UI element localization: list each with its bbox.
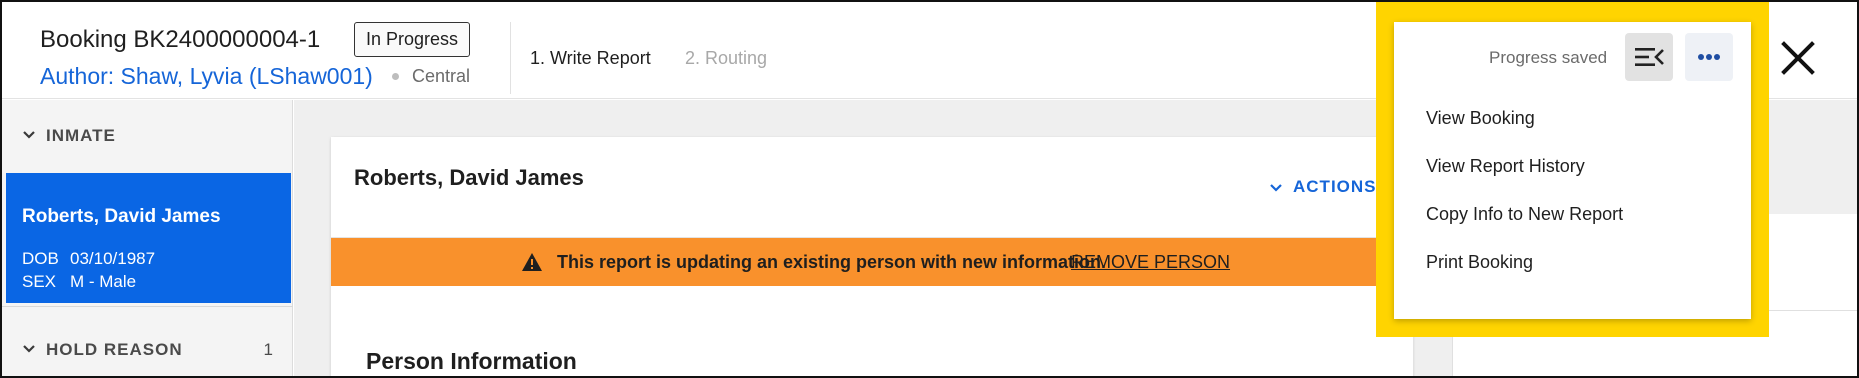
more-horizontal-icon: [1698, 54, 1720, 60]
person-name: Roberts, David James: [354, 165, 584, 190]
menu-item-copy-info[interactable]: Copy Info to New Report: [1394, 195, 1751, 235]
inmate-sex: SEX M - Male: [22, 272, 136, 292]
sidebar-section-inmate[interactable]: INMATE: [2, 117, 293, 157]
sidebar-divider: [2, 306, 293, 307]
menu-item-view-report-history[interactable]: View Report History: [1394, 147, 1751, 187]
actions-label: ACTIONS: [1293, 177, 1377, 196]
menu-item-label: View Booking: [1426, 108, 1535, 128]
menu-item-label: View Report History: [1426, 156, 1585, 176]
chevron-down-icon: [23, 345, 35, 353]
sidebar-section-hold-reason[interactable]: HOLD REASON 1: [2, 331, 293, 371]
dob-value: 03/10/1987: [70, 249, 156, 268]
menu-item-label: Print Booking: [1426, 252, 1534, 272]
inmate-card-selected[interactable]: Roberts, David James DOB 03/10/1987 SEX M …: [6, 173, 291, 303]
chevron-down-icon: [23, 131, 35, 139]
banner-message: This report is updating an existing pers…: [557, 252, 1107, 272]
inmate-dob: DOB 03/10/1987: [22, 249, 155, 269]
sex-label: SEX: [22, 272, 57, 291]
chevron-down-icon: [1270, 184, 1282, 192]
menu-item-label: Copy Info to New Report: [1426, 204, 1624, 224]
remove-person-link[interactable]: REMOVE PERSON: [1071, 252, 1230, 273]
close-button[interactable]: [1778, 38, 1818, 78]
sex-value: M - Male: [70, 272, 137, 291]
step-write-report[interactable]: 1. Write Report: [530, 48, 651, 69]
author-region: Central: [412, 66, 471, 86]
app-window: Booking BK2400000004-1 In Progress Autho…: [0, 0, 1859, 378]
panel-toggle-button[interactable]: [1625, 33, 1673, 81]
step-routing[interactable]: 2. Routing: [685, 48, 767, 69]
dob-label: DOB: [22, 249, 59, 268]
hold-reason-count: 1: [263, 340, 273, 359]
sidebar-section-label: HOLD REASON: [46, 340, 183, 359]
sidebar: INMATE Roberts, David James DOB 03/10/198…: [2, 100, 293, 376]
panel-collapse-icon: [1635, 48, 1664, 66]
more-options-dropdown: Progress saved View Booking View Report …: [1394, 22, 1751, 319]
status-badge: In Progress: [354, 22, 471, 57]
booking-title: Booking BK2400000004-1: [40, 26, 321, 53]
sidebar-section-label: INMATE: [46, 126, 116, 145]
close-icon: [1781, 41, 1815, 75]
header-divider: [510, 22, 511, 94]
inmate-name: Roberts, David James: [22, 206, 221, 227]
menu-item-view-booking[interactable]: View Booking: [1394, 99, 1751, 139]
more-options-button[interactable]: [1685, 33, 1733, 81]
warning-icon: [522, 253, 542, 271]
warning-banner: This report is updating an existing pers…: [331, 238, 1413, 286]
progress-saved-status: Progress saved: [1489, 48, 1608, 67]
person-card: Roberts, David James ACTIONS This report…: [331, 137, 1413, 376]
menu-item-print-booking[interactable]: Print Booking: [1394, 243, 1751, 283]
author-link[interactable]: Author: Shaw, Lyvia (LShaw001): [40, 63, 373, 90]
section-title: Person Information: [366, 348, 577, 374]
separator-dot: [392, 73, 399, 80]
